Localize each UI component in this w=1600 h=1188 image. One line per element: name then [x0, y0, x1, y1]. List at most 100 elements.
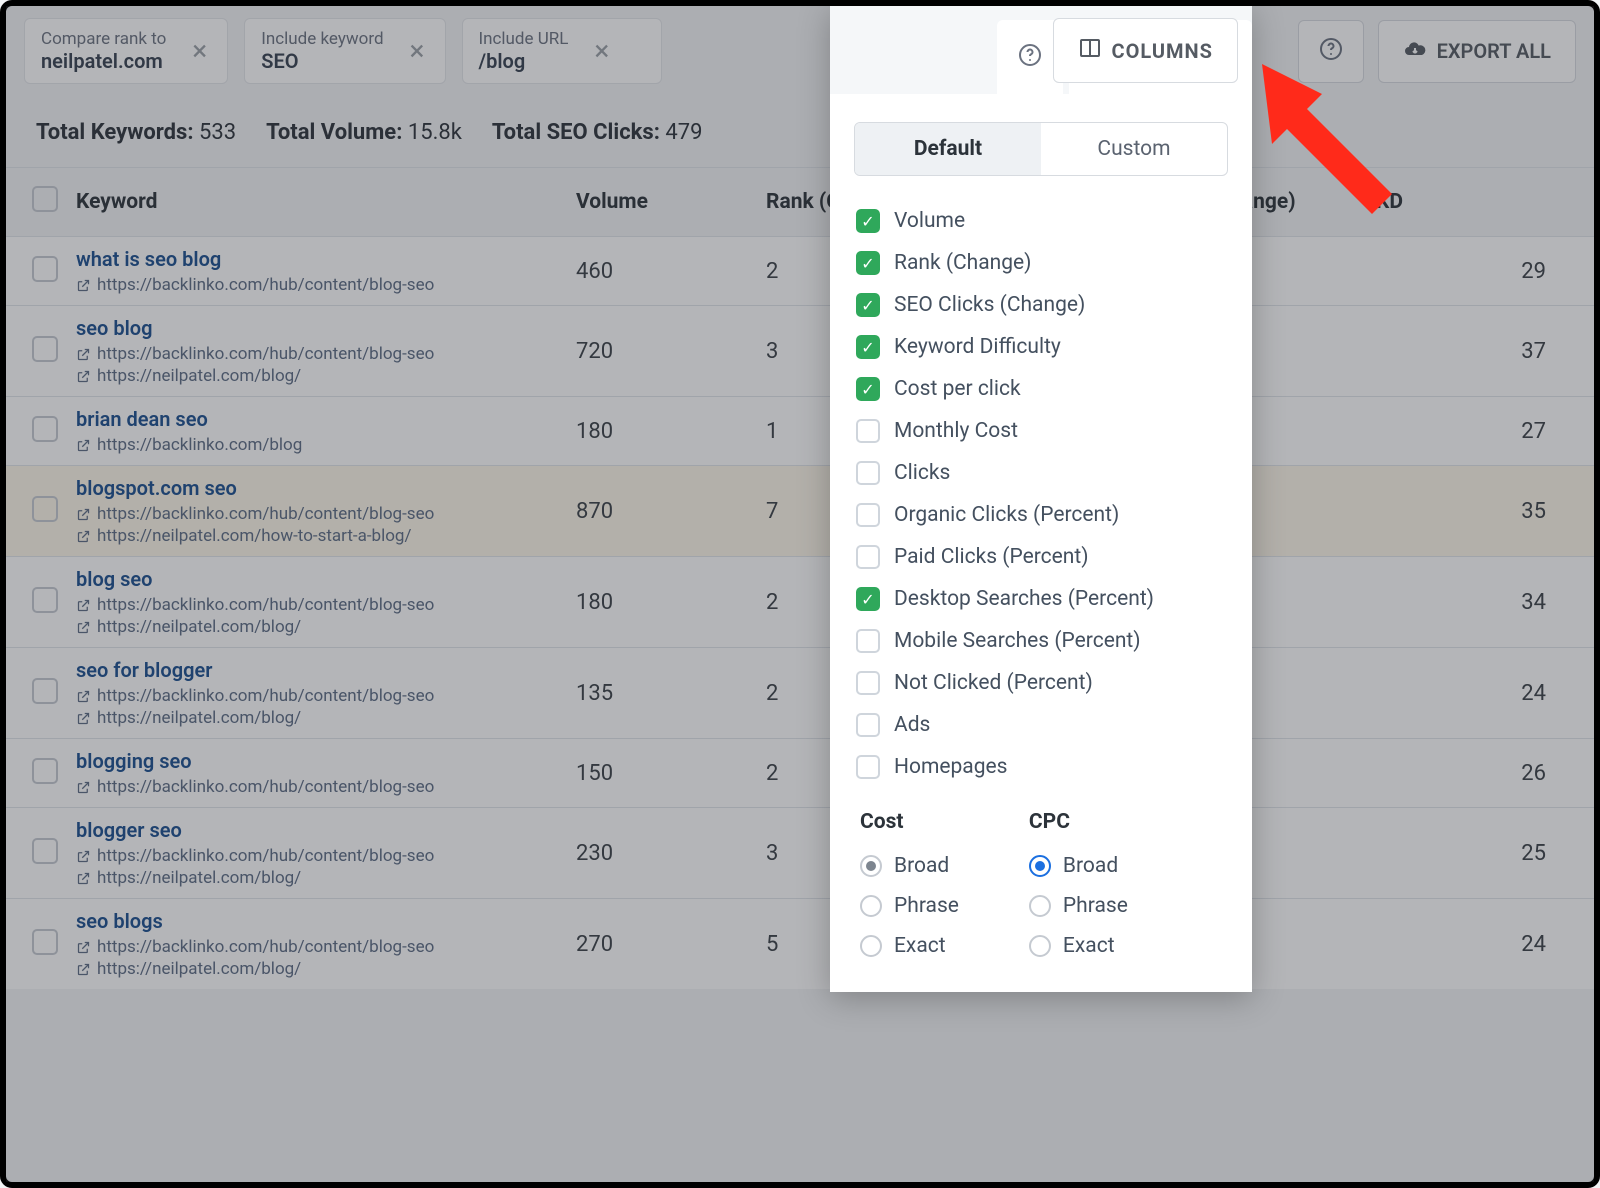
checkbox[interactable] — [856, 629, 880, 653]
radio-label: Exact — [894, 934, 946, 958]
keyword-link[interactable]: blogging seo — [76, 749, 576, 773]
toggle-default[interactable]: Default — [855, 123, 1041, 175]
checkbox[interactable]: ✓ — [856, 377, 880, 401]
header-keyword[interactable]: Keyword — [76, 190, 576, 214]
checkbox[interactable] — [856, 461, 880, 485]
result-url[interactable]: https://backlinko.com/hub/content/blog-s… — [76, 275, 576, 295]
radio-group-title: Cost — [860, 810, 959, 834]
row-checkbox[interactable] — [32, 678, 58, 704]
close-icon[interactable]: × — [590, 37, 613, 65]
checkbox[interactable]: ✓ — [856, 251, 880, 275]
help-button[interactable] — [1298, 20, 1364, 83]
result-url[interactable]: https://neilpatel.com/blog/ — [76, 617, 576, 637]
result-url[interactable]: https://backlinko.com/hub/content/blog-s… — [76, 777, 576, 797]
header-volume[interactable]: Volume — [576, 190, 766, 214]
total-keywords-label: Total Keywords: — [36, 120, 194, 145]
header-kd[interactable]: KD — [1376, 190, 1556, 214]
column-option[interactable]: Organic Clicks (Percent) — [856, 494, 1226, 536]
radio-option[interactable]: Exact — [860, 926, 959, 966]
table-row[interactable]: blogspot.com seo https://backlinko.com/h… — [6, 465, 1594, 556]
checkbox[interactable]: ✓ — [856, 209, 880, 233]
column-option[interactable]: Mobile Searches (Percent) — [856, 620, 1226, 662]
export-all-button[interactable]: EXPORT ALL — [1378, 20, 1576, 83]
radio-option[interactable]: Phrase — [1029, 886, 1128, 926]
radio-label: Phrase — [894, 894, 959, 918]
result-url[interactable]: https://backlinko.com/hub/content/blog-s… — [76, 846, 576, 866]
keyword-link[interactable]: seo blog — [76, 316, 576, 340]
row-checkbox[interactable] — [32, 587, 58, 613]
filter-label: Compare rank to — [41, 29, 166, 49]
keyword-link[interactable]: blogspot.com seo — [76, 476, 576, 500]
column-option[interactable]: Monthly Cost — [856, 410, 1226, 452]
row-checkbox[interactable] — [32, 336, 58, 362]
table-row[interactable]: brian dean seo https://backlinko.com/blo… — [6, 396, 1594, 465]
close-icon[interactable]: × — [406, 37, 429, 65]
keyword-link[interactable]: blogger seo — [76, 818, 576, 842]
result-url[interactable]: https://neilpatel.com/blog/ — [76, 366, 576, 386]
column-option[interactable]: Not Clicked (Percent) — [856, 662, 1226, 704]
cell-kd: 26 — [1376, 761, 1556, 786]
radio-option[interactable]: Broad — [1029, 846, 1128, 886]
keyword-link[interactable]: brian dean seo — [76, 407, 576, 431]
table-row[interactable]: seo for blogger https://backlinko.com/hu… — [6, 647, 1594, 738]
column-option-label: Organic Clicks (Percent) — [894, 503, 1119, 527]
row-checkbox[interactable] — [32, 416, 58, 442]
table-row[interactable]: what is seo blog https://backlinko.com/h… — [6, 236, 1594, 305]
result-url[interactable]: https://neilpatel.com/how-to-start-a-blo… — [76, 526, 576, 546]
cell-kd: 34 — [1376, 590, 1556, 615]
result-url[interactable]: https://backlinko.com/hub/content/blog-s… — [76, 595, 576, 615]
radio-option[interactable]: Phrase — [860, 886, 959, 926]
keyword-link[interactable]: seo blogs — [76, 909, 576, 933]
keyword-link[interactable]: seo for blogger — [76, 658, 576, 682]
result-url[interactable]: https://neilpatel.com/blog/ — [76, 708, 576, 728]
column-option[interactable]: ✓Volume — [856, 200, 1226, 242]
column-option[interactable]: ✓SEO Clicks (Change) — [856, 284, 1226, 326]
close-icon[interactable]: × — [188, 37, 211, 65]
checkbox[interactable] — [856, 755, 880, 779]
column-option[interactable]: ✓Desktop Searches (Percent) — [856, 578, 1226, 620]
column-option[interactable]: ✓Cost per click — [856, 368, 1226, 410]
result-url[interactable]: https://backlinko.com/hub/content/blog-s… — [76, 504, 576, 524]
result-url[interactable]: https://backlinko.com/hub/content/blog-s… — [76, 344, 576, 364]
checkbox[interactable]: ✓ — [856, 335, 880, 359]
checkbox[interactable] — [856, 545, 880, 569]
keyword-link[interactable]: what is seo blog — [76, 247, 576, 271]
row-checkbox[interactable] — [32, 758, 58, 784]
radio-icon — [1029, 895, 1051, 917]
checkbox[interactable] — [856, 419, 880, 443]
result-url[interactable]: https://neilpatel.com/blog/ — [76, 868, 576, 888]
keywords-table: Keyword Volume Rank (Change) Clicks (Cha… — [6, 167, 1594, 989]
radio-option[interactable]: Broad — [860, 846, 959, 886]
result-url[interactable]: https://backlinko.com/blog — [76, 435, 576, 455]
checkbox[interactable] — [856, 671, 880, 695]
result-url[interactable]: https://backlinko.com/hub/content/blog-s… — [76, 937, 576, 957]
column-option[interactable]: Clicks — [856, 452, 1226, 494]
result-url[interactable]: https://neilpatel.com/blog/ — [76, 959, 576, 979]
column-option[interactable]: Paid Clicks (Percent) — [856, 536, 1226, 578]
column-option[interactable]: Ads — [856, 704, 1226, 746]
keyword-link[interactable]: blog seo — [76, 567, 576, 591]
column-option[interactable]: ✓Rank (Change) — [856, 242, 1226, 284]
column-option[interactable]: ✓Keyword Difficulty — [856, 326, 1226, 368]
column-option[interactable]: Homepages — [856, 746, 1226, 788]
radio-group-title: CPC — [1029, 810, 1128, 834]
checkbox[interactable] — [856, 503, 880, 527]
table-row[interactable]: blogging seo https://backlinko.com/hub/c… — [6, 738, 1594, 807]
row-checkbox[interactable] — [32, 929, 58, 955]
result-url[interactable]: https://backlinko.com/hub/content/blog-s… — [76, 686, 576, 706]
row-checkbox[interactable] — [32, 496, 58, 522]
table-row[interactable]: seo blog https://backlinko.com/hub/conte… — [6, 305, 1594, 396]
toggle-custom[interactable]: Custom — [1041, 123, 1227, 175]
table-row[interactable]: blogger seo https://backlinko.com/hub/co… — [6, 807, 1594, 898]
checkbox[interactable]: ✓ — [856, 293, 880, 317]
table-row[interactable]: seo blogs https://backlinko.com/hub/cont… — [6, 898, 1594, 989]
radio-option[interactable]: Exact — [1029, 926, 1128, 966]
row-checkbox[interactable] — [32, 256, 58, 282]
column-option-label: Mobile Searches (Percent) — [894, 629, 1141, 653]
select-all-checkbox[interactable] — [32, 186, 58, 212]
row-checkbox[interactable] — [32, 838, 58, 864]
table-row[interactable]: blog seo https://backlinko.com/hub/conte… — [6, 556, 1594, 647]
checkbox[interactable] — [856, 713, 880, 737]
columns-button[interactable]: COLUMNS — [1053, 18, 1239, 83]
checkbox[interactable]: ✓ — [856, 587, 880, 611]
